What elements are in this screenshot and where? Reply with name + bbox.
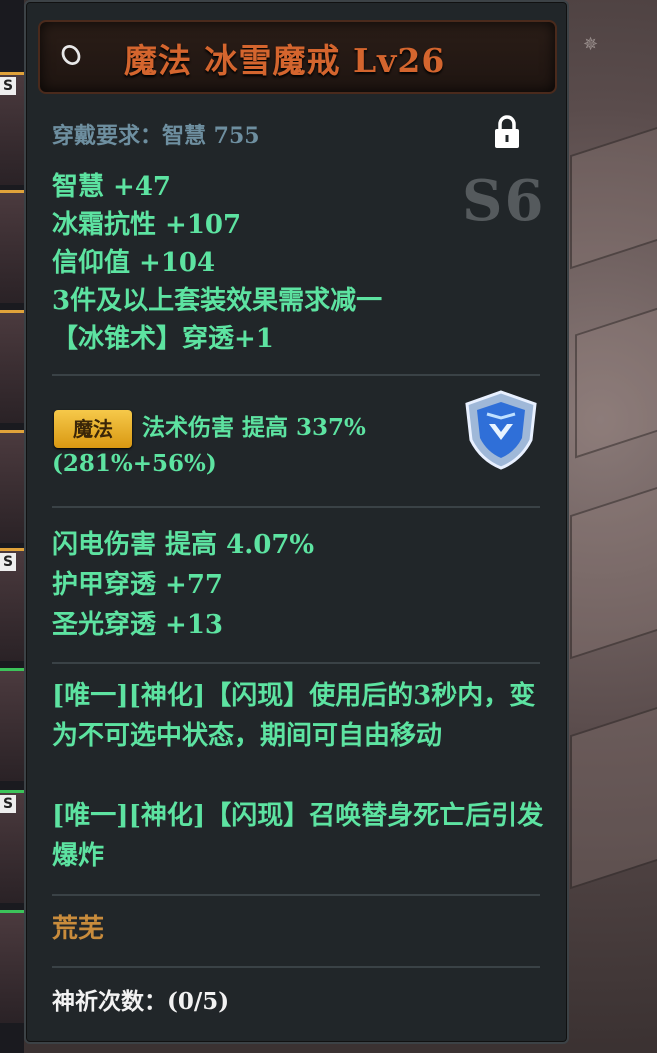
- divider: [52, 506, 540, 508]
- divider: [52, 662, 540, 664]
- hero-portrait[interactable]: [0, 190, 24, 303]
- set-name: 荒芜: [52, 914, 105, 944]
- floor-tile: [570, 124, 657, 270]
- rank-s-icon: S: [0, 795, 16, 813]
- stat-line: 【冰锥术】穿透+1: [52, 324, 274, 354]
- rank-s-icon: S: [0, 77, 16, 95]
- wear-requirement: 穿戴要求：智慧 755: [52, 123, 260, 149]
- lock-icon[interactable]: [492, 114, 522, 150]
- extra-stat-line: 闪电伤害 提高 4.07%: [52, 530, 315, 560]
- stat-line: 智慧 +47: [52, 172, 172, 202]
- scene-emblem-icon: ✵: [583, 34, 599, 55]
- hero-portrait[interactable]: S: [0, 548, 24, 661]
- divider: [52, 966, 540, 968]
- floor-tile: [575, 305, 657, 459]
- unique-effect: [唯一][神化]【闪现】使用后的3秒内，变为不可选中状态，期间可自由移动: [52, 681, 536, 751]
- divider: [52, 894, 540, 896]
- stat-line: 信仰值 +104: [52, 248, 216, 278]
- ring-icon: [61, 45, 81, 65]
- hero-portrait[interactable]: [0, 310, 24, 423]
- shield-rank-icon: [465, 390, 537, 470]
- hero-portrait[interactable]: [0, 910, 24, 1023]
- floor-tile: [570, 704, 657, 890]
- item-title-bar: 魔法 冰雪魔戒 Lv26: [38, 20, 557, 94]
- hero-portrait-strip: S S S: [0, 0, 24, 1053]
- pray-count: 神祈次数：(0/5): [52, 988, 230, 1015]
- extra-stat-line: 护甲穿透 +77: [52, 570, 224, 600]
- rank-s-icon: S: [0, 553, 16, 571]
- hero-portrait[interactable]: S: [0, 790, 24, 903]
- hero-portrait[interactable]: [0, 430, 24, 543]
- divider: [52, 374, 540, 376]
- stat-line: 3件及以上套装效果需求减一: [52, 286, 383, 316]
- item-title: 魔法 冰雪魔戒 Lv26: [124, 41, 446, 80]
- unique-effect: [唯一][神化]【闪现】召唤替身死亡后引发爆炸: [52, 801, 544, 871]
- item-tooltip: 魔法 冰雪魔戒 Lv26 穿戴要求：智慧 755 S6 智慧 +47 冰霜抗性 …: [24, 0, 569, 1044]
- hero-portrait[interactable]: S: [0, 72, 24, 185]
- extra-stat-line: 圣光穿透 +13: [52, 610, 224, 640]
- floor-tile: [570, 484, 657, 660]
- spell-damage-line: 法术伤害 提高 337%(281%+56%): [52, 414, 366, 477]
- hero-portrait[interactable]: [0, 668, 24, 781]
- stat-line: 冰霜抗性 +107: [52, 210, 242, 240]
- item-grade: S6: [462, 168, 546, 234]
